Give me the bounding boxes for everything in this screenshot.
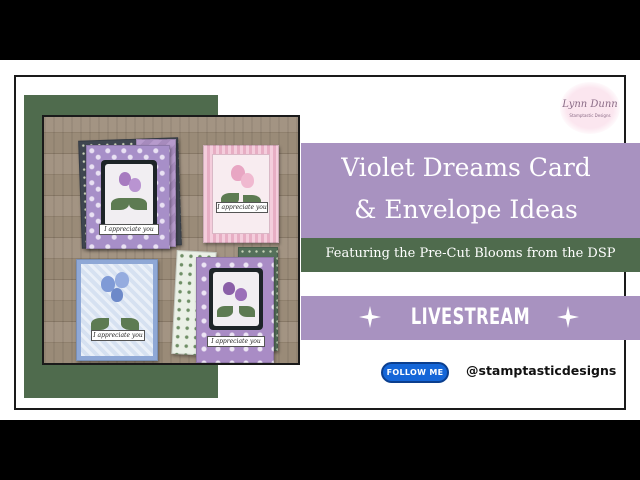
sparkle-icon xyxy=(557,306,579,328)
blue-flower-icon xyxy=(111,288,123,302)
violet-flower-icon xyxy=(129,178,141,192)
leaf-icon xyxy=(111,198,129,210)
card-blue-violets: I appreciate you xyxy=(76,259,158,361)
pink-flower-icon xyxy=(241,173,254,188)
title-line-2: & Envelope Ideas xyxy=(354,195,578,224)
leaf-icon xyxy=(121,318,139,330)
social-handle: @stamptasticdesigns xyxy=(466,363,617,378)
card-sentiment: I appreciate you xyxy=(91,330,145,341)
leaf-icon xyxy=(129,198,147,210)
card-sentiment: I appreciate you xyxy=(216,202,268,213)
card-sentiment: I appreciate you xyxy=(207,336,265,347)
violet-flower-icon xyxy=(235,288,247,301)
leaf-icon xyxy=(91,318,109,330)
card-violet-dark-frame: I appreciate you xyxy=(86,145,170,249)
violet-flower-icon xyxy=(223,282,235,295)
blue-flower-icon xyxy=(115,272,129,288)
subtitle: Featuring the Pre-Cut Blooms from the DS… xyxy=(325,246,616,261)
subtitle-band: Featuring the Pre-Cut Blooms from the DS… xyxy=(301,238,640,272)
brand-logo: Lynn Dunn Stamptastic Designs xyxy=(560,82,620,134)
follow-me-button[interactable]: FOLLOW ME xyxy=(381,362,449,383)
cards-photo: I appreciate you I appreciate you I appr… xyxy=(42,115,300,365)
leaf-icon xyxy=(217,306,233,317)
card-sentiment: I appreciate you xyxy=(99,224,159,235)
title-band: Violet Dreams Card & Envelope Ideas xyxy=(301,143,640,239)
card-pink-striped: I appreciate you xyxy=(203,145,279,243)
card-violet-panels: I appreciate you xyxy=(196,257,274,363)
livestream-band: LIVESTREAM xyxy=(301,296,640,340)
logo-name: Lynn Dunn xyxy=(562,99,618,110)
title-line-1: Violet Dreams Card xyxy=(341,153,591,182)
letterbox-bottom xyxy=(0,420,640,480)
leaf-icon xyxy=(239,306,255,317)
logo-tagline: Stamptastic Designs xyxy=(569,113,611,118)
letterbox-top xyxy=(0,0,640,60)
